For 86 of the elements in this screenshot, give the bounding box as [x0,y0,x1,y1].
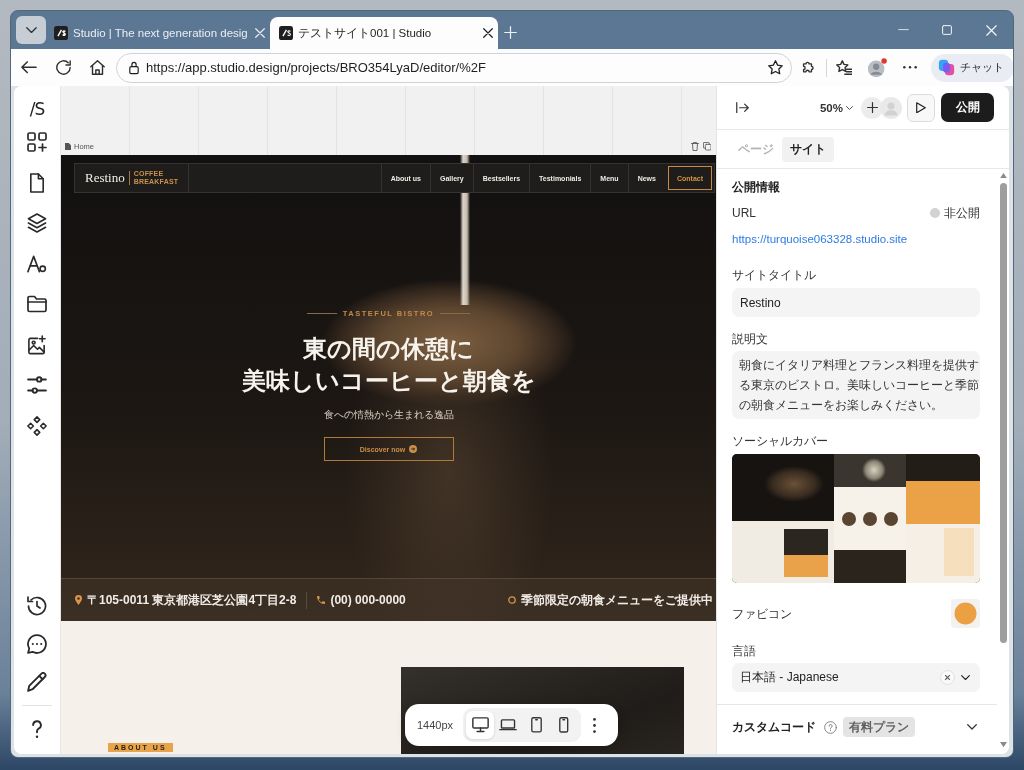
scroll-down-icon[interactable] [999,741,1007,747]
favicon-icon [279,26,293,40]
site-title-field[interactable]: Restino [732,288,980,317]
chevron-down-icon [961,674,970,681]
favicon-swatch-icon[interactable] [951,599,980,628]
sliders-icon[interactable] [27,375,47,396]
puzzle-icon[interactable] [801,60,817,75]
help-circle-icon [824,720,837,734]
back-icon[interactable] [21,61,37,74]
status-label: 非公開 [944,205,980,221]
lock-icon [129,60,139,75]
browser-tab[interactable]: Studio | The next generation desig [46,17,270,49]
pencil-icon[interactable] [27,672,47,692]
diamond-grid-icon[interactable] [27,415,47,436]
new-tab-icon[interactable] [504,26,517,39]
clear-icon[interactable] [940,670,955,685]
field-label: 言語 [732,643,757,659]
chat-button[interactable]: チャット [931,53,1013,82]
panel-tab[interactable]: サイト [782,136,834,162]
tab-actions-button[interactable] [16,16,46,44]
viewport-width: 1440px [417,719,454,731]
social-cover-drawing[interactable] [732,454,980,583]
hero-subtitle: 食への情熱から生まれる逸品 [323,408,454,422]
location-pin-icon [75,595,82,605]
phone-icon [317,596,326,604]
section-title: 公開情報 [732,179,781,195]
section-title: カスタムコード [732,719,816,735]
caret-down-icon [846,105,853,110]
favicon-icon [54,26,68,40]
site-logo[interactable]: Restino [85,170,125,186]
reload-icon[interactable] [55,60,71,75]
phone-number: (00) 000-0000 [330,593,406,607]
maximize-icon[interactable] [942,25,952,35]
field-label: ファビコン [732,605,792,622]
trash-icon[interactable] [690,142,699,151]
copilot-icon [938,59,955,76]
preview-button[interactable] [907,93,935,122]
typography-icon[interactable] [27,253,47,274]
folder-icon[interactable] [27,294,47,315]
field-label: 説明文 [732,331,769,347]
browser-tab[interactable]: テストサイト001 | Studio [270,17,498,49]
field-label: URL [732,205,756,221]
help-icon[interactable] [32,719,42,739]
page-icon [65,142,71,151]
hero-heading: 東の間の休憩に 美味しいコーヒーと朝食を [241,335,536,396]
tablet-icon [530,717,542,733]
layers-icon[interactable] [27,213,47,234]
copy-icon[interactable] [702,142,711,151]
app-logo[interactable]: /S [29,96,45,122]
device-toggle[interactable] [466,711,495,739]
chevron-down-icon [25,26,37,34]
play-icon [916,101,926,114]
desktop-icon [471,717,489,733]
page-icon[interactable] [27,172,47,193]
add-button[interactable] [861,96,883,119]
star-icon[interactable] [768,60,783,75]
history-icon[interactable] [27,596,47,616]
ring-icon [508,596,516,604]
close-icon[interactable] [483,28,493,38]
description-field[interactable]: 朝食にイタリア料理とフランス料理を提供する東京のビストロ。美味しいコーヒーと季節の朝食メニューをお楽しみください。 [732,351,980,419]
language-select[interactable]: 日本語 - Japanese [732,663,980,692]
publish-button[interactable]: 公開 [941,93,994,122]
minimize-icon[interactable] [897,29,909,31]
more-vertical-icon[interactable] [593,717,597,733]
close-window-icon[interactable] [985,24,997,36]
address-text: 〒105-0011 東京都港区芝公園4丁目2-8 [87,591,297,609]
home-icon[interactable] [89,60,105,75]
site-url-link[interactable]: https://turquoise063328.studio.site [732,231,980,247]
chat-bubble-icon[interactable] [27,634,47,654]
favorites-icon[interactable] [836,60,852,75]
scroll-up-icon[interactable] [999,173,1007,179]
phone-device-icon [559,717,569,733]
field-label: サイトタイトル [732,267,817,283]
plus-icon [866,102,878,113]
arrow-circle-icon [409,445,418,453]
field-label: ソーシャルカバー [732,433,829,449]
scrollbar-thumb[interactable] [999,183,1007,644]
laptop-icon [499,719,518,731]
more-icon[interactable] [903,66,917,69]
profile-avatar-icon[interactable] [867,57,887,78]
zoom-dropdown[interactable]: 50% [819,101,853,114]
image-add-icon[interactable] [27,334,47,355]
collapse-panel-icon[interactable] [736,101,749,114]
notice-text: 季節限定の朝食メニューをご提供中 [521,591,713,609]
plan-badge: 有料プラン [843,717,915,737]
add-element-icon[interactable] [27,132,47,153]
